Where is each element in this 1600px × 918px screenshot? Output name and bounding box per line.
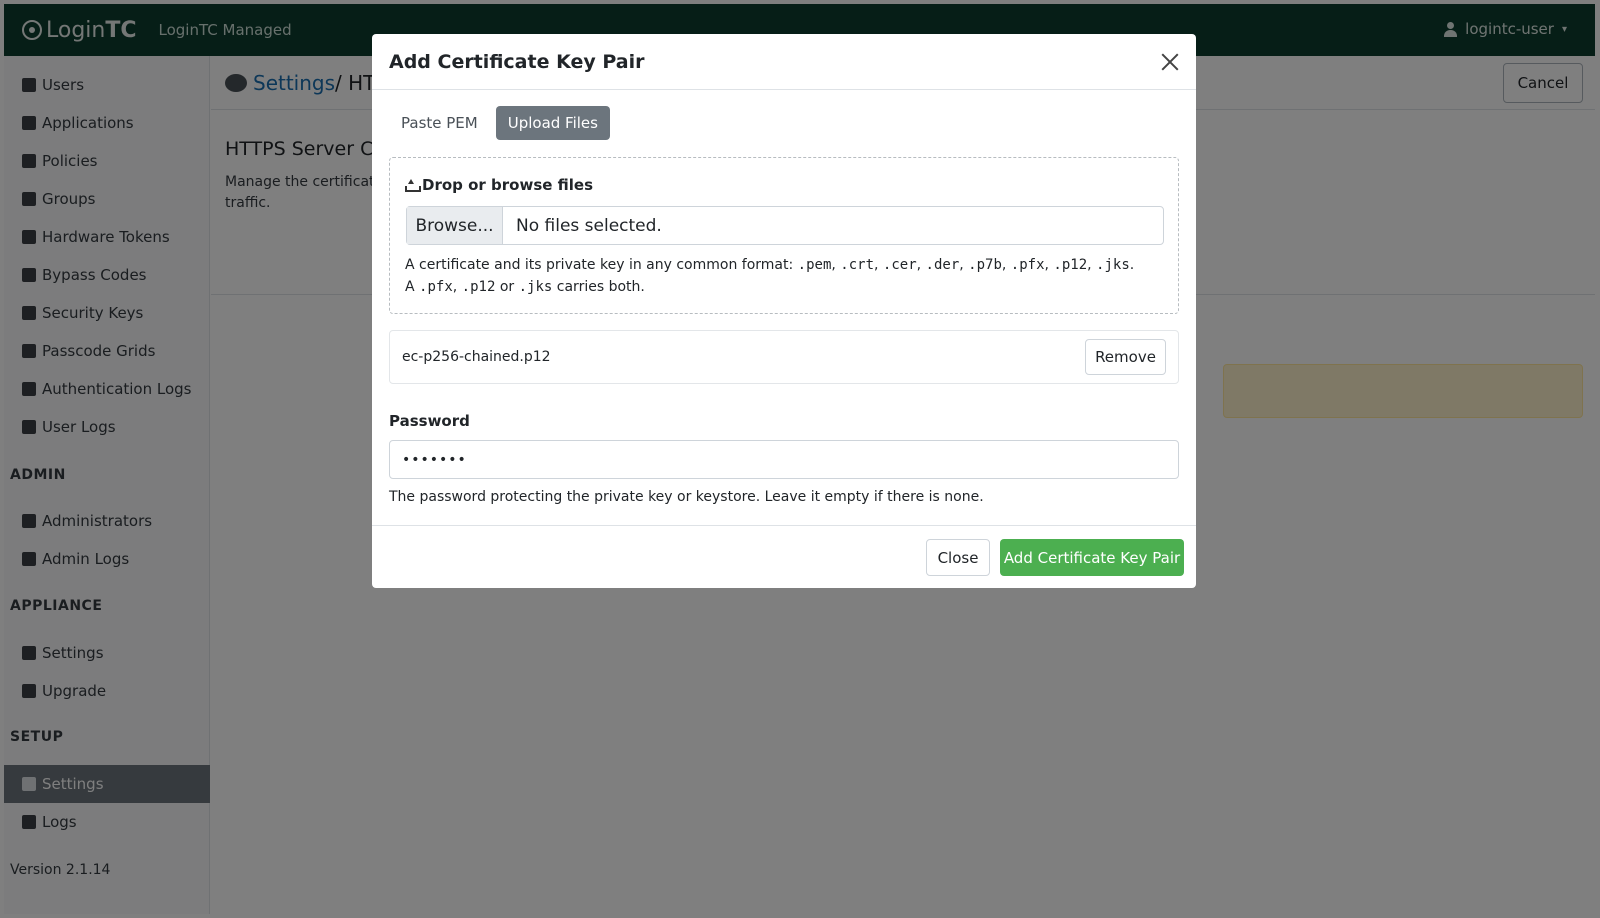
format-p12: .p12 [1053, 257, 1088, 273]
file-input[interactable]: Browse... No files selected. [406, 206, 1164, 245]
add-certificate-key-pair-button[interactable]: Add Certificate Key Pair [1000, 539, 1184, 576]
format-p7b: .p7b [968, 257, 1002, 273]
format-cer: .cer [882, 257, 917, 273]
modal-title: Add Certificate Key Pair [389, 50, 645, 73]
password-label: Password [389, 412, 470, 430]
format-jks-2: .jks [518, 279, 553, 295]
selected-file-name: ec-p256-chained.p12 [402, 349, 551, 365]
file-dropzone[interactable]: Drop or browse files Browse... No files … [389, 157, 1179, 314]
browse-button[interactable]: Browse... [407, 207, 503, 244]
add-certificate-modal: Add Certificate Key Pair Paste PEM Uploa… [372, 34, 1196, 588]
format-p12-2: .p12 [461, 279, 496, 295]
dropzone-help-text: A certificate and its private key in any… [405, 257, 1135, 295]
dropzone-title-text: Drop or browse files [422, 176, 594, 194]
format-crt: .crt [840, 257, 874, 273]
help-suffix: carries both. [552, 279, 645, 295]
remove-file-button[interactable]: Remove [1085, 339, 1166, 375]
password-help-text: The password protecting the private key … [389, 489, 984, 505]
tab-paste-pem[interactable]: Paste PEM [389, 106, 490, 140]
input-mode-tabs: Paste PEM Upload Files [389, 106, 610, 140]
close-icon[interactable] [1160, 52, 1180, 72]
help-prefix: A certificate and its private key in any… [405, 257, 798, 273]
selected-file-row: ec-p256-chained.p12 Remove [389, 330, 1179, 384]
help-or: or [495, 279, 519, 295]
modal-footer: Close Add Certificate Key Pair [372, 525, 1196, 588]
format-pfx: .pfx [1010, 257, 1045, 273]
close-button[interactable]: Close [926, 539, 990, 576]
format-jks: .jks [1096, 257, 1130, 273]
tab-upload-files[interactable]: Upload Files [495, 106, 610, 140]
password-field[interactable]: ••••••• [389, 440, 1179, 479]
format-pem: .pem [797, 257, 832, 273]
format-der: .der [925, 257, 960, 273]
modal-header: Add Certificate Key Pair [372, 34, 1196, 90]
file-input-status: No files selected. [516, 215, 662, 236]
format-pfx-2: .pfx [419, 279, 453, 295]
upload-icon [405, 178, 421, 192]
dropzone-title: Drop or browse files [405, 176, 593, 194]
